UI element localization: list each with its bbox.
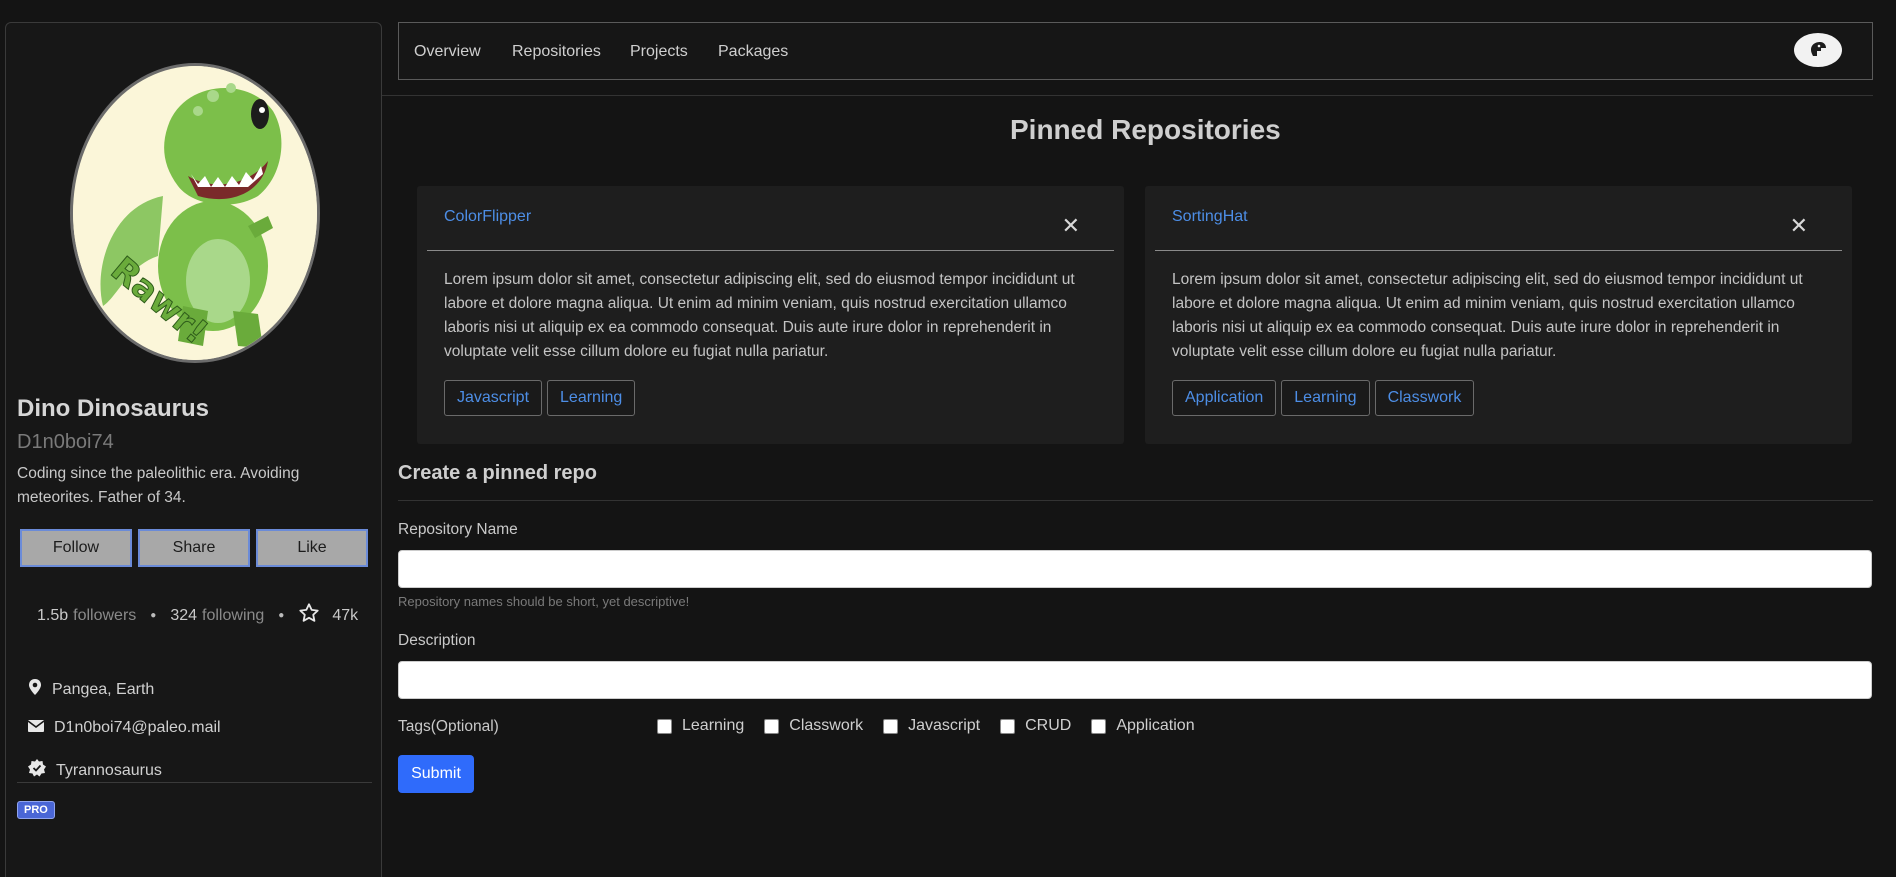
tag-option[interactable]: Classwork [764, 717, 863, 735]
repo-description: Lorem ipsum dolor sit amet, consectetur … [1172, 271, 1803, 360]
description-input[interactable] [398, 661, 1872, 699]
checkbox[interactable] [883, 718, 899, 734]
repo-tags: Application Learning Classwork [1172, 380, 1475, 416]
repo-name-link[interactable]: ColorFlipper [444, 208, 531, 226]
user-menu-avatar[interactable] [1794, 33, 1842, 67]
location-text: Pangea, Earth [52, 680, 155, 698]
tag-option[interactable]: Learning [657, 717, 744, 735]
description-label: Description [398, 632, 476, 649]
following-count: 324 [170, 606, 198, 624]
tag-checkboxes: Learning Classwork Javascript CRUD Appli… [657, 717, 1195, 735]
star-icon [298, 602, 320, 629]
tag-option-label: Learning [682, 717, 745, 734]
species-row: Tyrannosaurus [28, 759, 162, 782]
like-button[interactable]: Like [256, 529, 368, 567]
mail-icon [27, 719, 45, 737]
location-row: Pangea, Earth [28, 679, 154, 700]
repo-tag[interactable]: Classwork [1374, 380, 1475, 416]
tag-option-label: Application [1116, 717, 1195, 734]
card-divider [427, 250, 1114, 251]
create-pinned-repo-title: Create a pinned repo [398, 462, 597, 484]
profile-sidebar: Rawr! Dino Dinosaurus D1n0boi74 Coding s… [5, 22, 382, 877]
nav-divider [382, 95, 1873, 96]
profile-actions: Follow Share Like [20, 529, 368, 567]
sidebar-divider [17, 782, 372, 783]
pro-badge: PRO [17, 801, 55, 819]
repo-name-link[interactable]: SortingHat [1172, 208, 1248, 226]
close-icon[interactable]: ✕ [1062, 213, 1080, 239]
map-pin-icon [28, 679, 42, 700]
repo-tag[interactable]: Application [1172, 380, 1277, 416]
profile-stats: 1.5b followers ● 324 following ● 47k [37, 602, 358, 629]
tag-option[interactable]: CRUD [1000, 717, 1071, 735]
tab-packages[interactable]: Packages [718, 43, 788, 61]
top-navigation: Overview Repositories Projects Packages [398, 22, 1873, 80]
pinned-repo-card: ColorFlipper ✕ Lorem ipsum dolor sit ame… [417, 186, 1124, 444]
stats-separator: ● [150, 610, 157, 621]
form-divider [398, 500, 1873, 501]
profile-name: Dino Dinosaurus [17, 395, 210, 422]
tag-option[interactable]: Application [1091, 717, 1195, 735]
tab-overview[interactable]: Overview [414, 43, 481, 61]
repo-tag[interactable]: Learning [1281, 380, 1370, 416]
repo-description: Lorem ipsum dolor sit amet, consectetur … [444, 271, 1075, 360]
tag-option-label: CRUD [1025, 717, 1072, 734]
share-button[interactable]: Share [138, 529, 250, 567]
checkbox[interactable] [657, 718, 672, 734]
pinned-repositories-title: Pinned Repositories [1010, 114, 1281, 145]
follow-button[interactable]: Follow [20, 529, 132, 567]
stats-separator: ● [278, 610, 285, 621]
species-text: Tyrannosaurus [56, 761, 162, 779]
tab-projects[interactable]: Projects [630, 43, 688, 61]
following-link[interactable]: following [202, 607, 264, 625]
repo-tag[interactable]: Learning [547, 380, 636, 416]
submit-button[interactable]: Submit [398, 755, 474, 793]
email-row: D1n0boi74@paleo.mail [27, 719, 221, 737]
card-divider [1155, 250, 1842, 251]
stars-count: 47k [332, 606, 359, 624]
repo-tags: Javascript Learning [444, 380, 636, 416]
checkbox[interactable] [1091, 718, 1107, 734]
followers-link[interactable]: followers [73, 607, 136, 625]
tags-label: Tags(Optional) [398, 718, 499, 735]
tag-option-label: Classwork [789, 717, 864, 734]
verified-badge-icon [28, 759, 46, 782]
repository-name-input[interactable] [398, 550, 1872, 588]
repository-name-label: Repository Name [398, 521, 518, 538]
tab-repositories[interactable]: Repositories [512, 43, 601, 61]
tag-option-label: Javascript [908, 717, 981, 734]
checkbox[interactable] [1000, 718, 1016, 734]
email-text[interactable]: D1n0boi74@paleo.mail [54, 719, 221, 737]
tag-option[interactable]: Javascript [883, 717, 980, 735]
close-icon[interactable]: ✕ [1790, 213, 1808, 239]
profile-bio: Coding since the paleolithic era. Avoidi… [17, 465, 300, 506]
dinosaur-avatar-icon: Rawr! [73, 66, 317, 360]
checkbox[interactable] [764, 718, 780, 734]
repository-name-help: Repository names should be short, yet de… [398, 594, 690, 609]
profile-handle: D1n0boi74 [17, 431, 114, 453]
pinned-repo-card: SortingHat ✕ Lorem ipsum dolor sit amet,… [1145, 186, 1852, 444]
profile-avatar: Rawr! [70, 63, 320, 363]
dino-head-icon [1811, 42, 1826, 56]
repo-tag[interactable]: Javascript [444, 380, 543, 416]
followers-count: 1.5b [37, 606, 69, 624]
